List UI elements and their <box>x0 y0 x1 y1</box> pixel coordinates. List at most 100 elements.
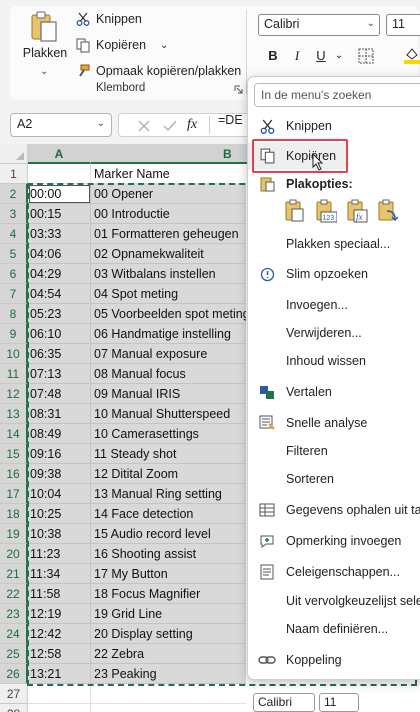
paste-transpose-icon[interactable] <box>377 199 399 223</box>
row-header[interactable]: 2 <box>0 184 28 204</box>
menu-search-input[interactable]: In de menu's zoeken <box>254 83 420 107</box>
cell-b[interactable]: 19 Grid Line <box>91 604 246 624</box>
row-header[interactable]: 20 <box>0 544 28 564</box>
menu-item-translate[interactable]: Vertalen <box>248 379 420 405</box>
cell-b[interactable]: 12 Ditital Zoom <box>91 464 246 484</box>
paste-values-icon[interactable]: 123 <box>315 199 338 223</box>
cell-b[interactable]: 13 Manual Ring setting <box>91 484 246 504</box>
cell-a[interactable]: 00:00 <box>28 184 91 204</box>
cell-a[interactable]: 11:58 <box>28 584 91 604</box>
cell-a[interactable]: 06:10 <box>28 324 91 344</box>
cell-b[interactable]: 05 Voorbeelden spot meting <box>91 304 246 324</box>
borders-icon[interactable] <box>358 48 374 64</box>
cancel-icon[interactable] <box>137 119 151 133</box>
row-header[interactable]: 27 <box>0 684 28 704</box>
cell-a[interactable]: 11:34 <box>28 564 91 584</box>
cell-a[interactable]: 05:23 <box>28 304 91 324</box>
cell-a[interactable]: 12:42 <box>28 624 91 644</box>
cell-a[interactable]: 13:21 <box>28 664 91 684</box>
menu-item-link[interactable]: Koppeling <box>248 647 420 673</box>
row-header[interactable]: 6 <box>0 264 28 284</box>
cell-a[interactable] <box>28 164 91 184</box>
cell-b[interactable]: 00 Introductie <box>91 204 246 224</box>
underline-button[interactable]: U <box>312 46 330 66</box>
row-header[interactable]: 14 <box>0 424 28 444</box>
row-header[interactable]: 22 <box>0 584 28 604</box>
row-header[interactable]: 5 <box>0 244 28 264</box>
row-header[interactable]: 13 <box>0 404 28 424</box>
cell-a[interactable]: 10:04 <box>28 484 91 504</box>
chevron-down-icon[interactable]: ⌄ <box>330 46 348 66</box>
row-header[interactable]: 16 <box>0 464 28 484</box>
paste-all-icon[interactable] <box>284 199 306 223</box>
cell-a[interactable]: 09:16 <box>28 444 91 464</box>
cell-b[interactable]: 09 Manual IRIS <box>91 384 246 404</box>
cell-b[interactable]: 15 Audio record level <box>91 524 246 544</box>
chevron-down-icon[interactable]: ⌄ <box>40 66 48 77</box>
font-name-box[interactable]: Calibri ⌄ <box>258 14 380 36</box>
paste-formulas-icon[interactable]: fx <box>346 199 368 223</box>
fx-button[interactable]: fx <box>187 117 197 133</box>
menu-item-filter[interactable]: Filteren <box>248 438 420 464</box>
cell-a[interactable] <box>28 684 91 704</box>
cell-a[interactable]: 08:31 <box>28 404 91 424</box>
row-header[interactable]: 23 <box>0 604 28 624</box>
cell-a[interactable]: 12:58 <box>28 644 91 664</box>
menu-item-delete[interactable]: Verwijderen... <box>248 320 420 346</box>
menu-item-insert[interactable]: Invoegen... <box>248 292 420 318</box>
copy-button[interactable]: Kopiëren ⌄ <box>76 35 168 55</box>
menu-item-copy[interactable]: Kopiëren <box>248 143 346 169</box>
cell-b[interactable]: 18 Focus Magnifier <box>91 584 246 604</box>
chevron-down-icon[interactable]: ⌄ <box>97 118 105 129</box>
cell-b[interactable]: 10 Camerasettings <box>91 424 246 444</box>
cell-b[interactable] <box>91 704 246 712</box>
menu-item-clear-contents[interactable]: Inhoud wissen <box>248 348 420 374</box>
cell-b[interactable]: 22 Zebra <box>91 644 246 664</box>
row-header[interactable]: 9 <box>0 324 28 344</box>
mini-font-size-box[interactable]: 11 <box>319 693 359 712</box>
format-painter-button[interactable]: Opmaak kopiëren/plakken <box>76 61 241 81</box>
cell-b[interactable]: 00 Opener <box>91 184 246 204</box>
cell-a[interactable]: 07:48 <box>28 384 91 404</box>
cell-b[interactable]: 06 Handmatige instelling <box>91 324 246 344</box>
cell-b[interactable]: 08 Manual focus <box>91 364 246 384</box>
cell-a[interactable]: 10:25 <box>28 504 91 524</box>
menu-item-quick-analysis[interactable]: Snelle analyse <box>248 410 420 436</box>
cell-a[interactable]: 07:13 <box>28 364 91 384</box>
cell-b[interactable] <box>91 684 246 704</box>
cell-a[interactable]: 09:38 <box>28 464 91 484</box>
cell-b[interactable]: 07 Manual exposure <box>91 344 246 364</box>
cell-a[interactable] <box>28 704 91 712</box>
cell-a[interactable]: 03:33 <box>28 224 91 244</box>
menu-item-pick-from-list[interactable]: Uit vervolgkeuzelijst selecteren <box>248 588 420 614</box>
row-header[interactable]: 4 <box>0 224 28 244</box>
cell-a[interactable]: 04:06 <box>28 244 91 264</box>
cell-b[interactable]: 20 Display setting <box>91 624 246 644</box>
row-header[interactable]: 18 <box>0 504 28 524</box>
italic-button[interactable]: I <box>288 46 306 66</box>
cell-b[interactable]: 03 Witbalans instellen <box>91 264 246 284</box>
menu-item-insert-comment[interactable]: Opmerking invoegen <box>248 528 420 554</box>
row-header[interactable]: 7 <box>0 284 28 304</box>
chevron-down-icon[interactable]: ⌄ <box>367 18 375 29</box>
row-header[interactable]: 1 <box>0 164 28 184</box>
cell-b[interactable]: 01 Formatteren geheugen <box>91 224 246 244</box>
row-header[interactable]: 28 <box>0 704 28 712</box>
row-header[interactable]: 17 <box>0 484 28 504</box>
bold-button[interactable]: B <box>264 46 282 66</box>
menu-item-get-data[interactable]: Gegevens ophalen uit tabel <box>248 497 420 523</box>
row-header[interactable]: 26 <box>0 664 28 684</box>
name-box[interactable]: A2 ⌄ <box>10 113 112 137</box>
cell-b[interactable]: 02 Opnamekwaliteit <box>91 244 246 264</box>
cell-a[interactable]: 04:29 <box>28 264 91 284</box>
cell-a[interactable]: 04:54 <box>28 284 91 304</box>
cell-b[interactable]: 16 Shooting assist <box>91 544 246 564</box>
row-header[interactable]: 21 <box>0 564 28 584</box>
cell-b[interactable]: 11 Steady shot <box>91 444 246 464</box>
cell-a[interactable]: 00:15 <box>28 204 91 224</box>
cell-a[interactable]: 10:38 <box>28 524 91 544</box>
cell-a[interactable]: 08:49 <box>28 424 91 444</box>
row-header[interactable]: 11 <box>0 364 28 384</box>
row-header[interactable]: 10 <box>0 344 28 364</box>
menu-item-cut[interactable]: Knippen <box>248 113 420 139</box>
